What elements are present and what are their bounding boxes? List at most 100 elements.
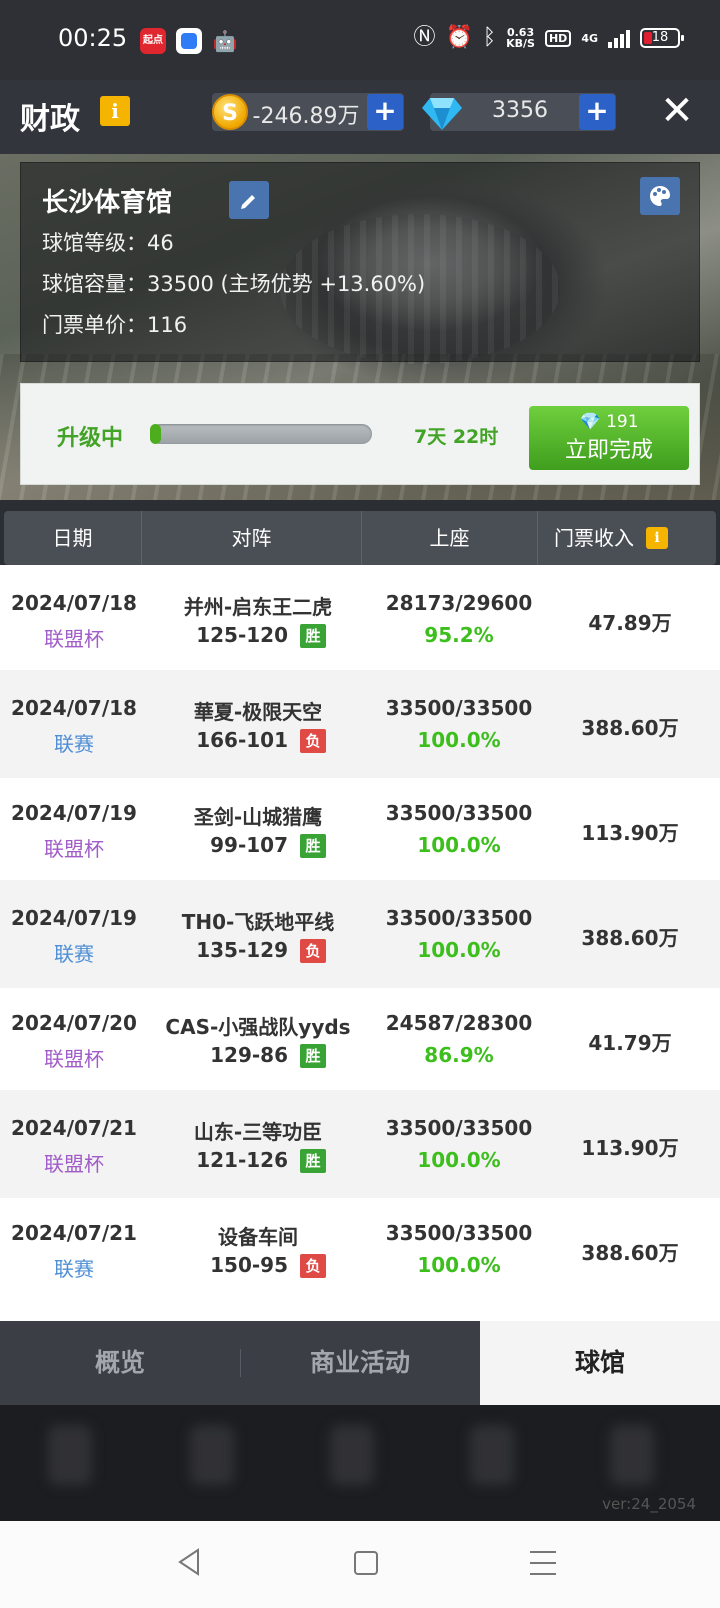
qidian-app-icon: 起点 (140, 28, 166, 54)
gem-value: 3356 (492, 98, 548, 123)
column-revenue-label: 门票收入 (554, 526, 634, 550)
attendance-rate: 86.9% (424, 1043, 494, 1067)
table-row: 2024/07/21 联盟杯 山东-三等功臣 121-126 胜 33500/33500 1… (0, 1090, 720, 1198)
attendance-rate: 95.2% (424, 623, 494, 647)
home-icon[interactable] (354, 1551, 378, 1575)
venue-name: 长沙体育馆 (42, 188, 173, 218)
venue-level: 球馆等级：46 (42, 231, 174, 255)
result-badge: 负 (300, 1254, 326, 1278)
attendance: 33500/33500 (385, 801, 533, 825)
result-badge: 胜 (300, 1044, 326, 1068)
palette-button[interactable] (640, 177, 680, 215)
bottom-tabs: 概览 商业活动 球馆 (0, 1321, 720, 1405)
ticket-revenue: 47.89万 (588, 611, 672, 635)
competition: 联赛 (54, 732, 94, 756)
revenue-info-icon[interactable]: i (646, 527, 668, 549)
score: 121-126 (196, 1148, 288, 1172)
column-revenue: 门票收入 (538, 511, 716, 565)
blurred-game-dock: ver:24_2054 (0, 1405, 720, 1521)
upgrade-progress-fill (150, 424, 162, 444)
score: 135-129 (196, 938, 288, 962)
attendance: 33500/33500 (385, 696, 533, 720)
match-date: 2024/07/19 (11, 801, 137, 825)
table-row: 2024/07/19 联盟杯 圣剑-山城猎鹰 99-107 胜 33500/33500 10… (0, 775, 720, 883)
page-title: 财政 (20, 102, 80, 137)
column-date: 日期 (4, 511, 142, 565)
upgrade-remaining-time: 7天 22时 (414, 426, 499, 448)
ticket-revenue: 113.90万 (581, 821, 679, 845)
diamond-icon (422, 98, 462, 130)
result-badge: 胜 (300, 1149, 326, 1173)
attendance-rate: 100.0% (417, 1148, 501, 1172)
table-row: 2024/07/18 联赛 華夏-极限天空 166-101 负 33500/33500 10… (0, 670, 720, 778)
score: 125-120 (196, 623, 288, 647)
ticket-revenue: 388.60万 (581, 716, 679, 740)
menu-icon[interactable] (530, 1551, 556, 1575)
tab-business[interactable]: 商业活动 (240, 1321, 480, 1405)
result-badge: 负 (300, 939, 326, 963)
score: 99-107 (210, 833, 288, 857)
finish-now-button[interactable]: 💎 191 立即完成 (529, 406, 689, 470)
battery-level: 18 (651, 30, 669, 45)
matchup: 華夏-极限天空 (193, 700, 323, 724)
status-indicators: Ⓝ ⏰ ᛒ 0.63 KB/S HD 4G 18 (413, 24, 684, 52)
attendance: 33500/33500 (385, 906, 533, 930)
table-row: 2024/07/20 联盟杯 CAS-小强战队yyds 129-86 胜 24587/28… (0, 985, 720, 1093)
ticket-revenue: 113.90万 (581, 1136, 679, 1160)
attendance: 33500/33500 (385, 1221, 533, 1245)
score: 166-101 (196, 728, 288, 752)
result-badge: 胜 (300, 624, 326, 648)
match-date: 2024/07/21 (11, 1221, 137, 1245)
competition: 联盟杯 (44, 1152, 104, 1176)
matchup: 山东-三等功臣 (193, 1120, 323, 1144)
status-bar: 00:25 起点 🤖 Ⓝ ⏰ ᛒ 0.63 KB/S HD 4G 18 (0, 0, 720, 80)
table-row: 2024/07/19 联赛 TH0-飞跃地平线 135-129 负 33500/33500… (0, 880, 720, 988)
venue-capacity: 球馆容量：33500 (主场优势 +13.60%) (42, 272, 426, 296)
competition: 联盟杯 (44, 837, 104, 861)
tab-arena[interactable]: 球馆 (480, 1321, 720, 1405)
add-coins-button[interactable]: + (367, 94, 403, 130)
coin-icon: S (212, 94, 248, 130)
matchup: 设备车间 (218, 1225, 298, 1249)
match-table: 2024/07/18 联盟杯 并州-启东王二虎 125-120 胜 28173/29600… (0, 565, 720, 1321)
signal-icon (608, 28, 630, 48)
table-header: 日期 对阵 上座 门票收入 (4, 511, 716, 565)
back-icon[interactable] (176, 1547, 202, 1577)
column-attendance: 上座 (362, 511, 538, 565)
finish-cost-value: 191 (606, 412, 639, 432)
attendance: 24587/28300 (385, 1011, 533, 1035)
net-speed: 0.63 KB/S (506, 27, 535, 49)
alarm-icon: ⏰ (445, 25, 473, 50)
ticket-price: 门票单价：116 (42, 313, 188, 337)
match-date: 2024/07/20 (11, 1011, 137, 1035)
result-badge: 胜 (300, 834, 326, 858)
battery-icon: 18 (640, 28, 684, 48)
competition: 联赛 (54, 1257, 94, 1281)
table-row: 2024/07/21 联赛 设备车间 150-95 负 33500/33500 100.0%… (0, 1195, 720, 1303)
diamond-icon: 💎 (579, 412, 601, 432)
match-date: 2024/07/19 (11, 906, 137, 930)
net-speed-unit: KB/S (506, 37, 535, 50)
competition: 联盟杯 (44, 1047, 104, 1071)
matchup: TH0-飞跃地平线 (181, 910, 335, 934)
competition: 联盟杯 (44, 627, 104, 651)
matchup: 圣剑-山城猎鹰 (193, 805, 323, 829)
version-label: ver:24_2054 (602, 1495, 696, 1513)
finish-cost: 💎 191 (529, 406, 689, 432)
hd-badge: HD (544, 29, 572, 47)
edit-icon (241, 195, 255, 209)
score: 129-86 (210, 1043, 288, 1067)
attendance-rate: 100.0% (417, 728, 501, 752)
android-icon: 🤖 (212, 29, 238, 53)
blue-app-icon (176, 28, 202, 54)
add-gems-button[interactable]: + (579, 94, 615, 130)
finance-info-icon[interactable]: i (100, 96, 130, 126)
close-button[interactable]: ✕ (654, 86, 700, 136)
tab-overview[interactable]: 概览 (0, 1321, 240, 1405)
score: 150-95 (210, 1253, 288, 1277)
status-time: 00:25 (58, 24, 128, 52)
competition: 联赛 (54, 942, 94, 966)
coin-value: -246.89万 (252, 104, 360, 129)
palette-icon (650, 186, 670, 206)
edit-name-button[interactable] (229, 181, 269, 219)
